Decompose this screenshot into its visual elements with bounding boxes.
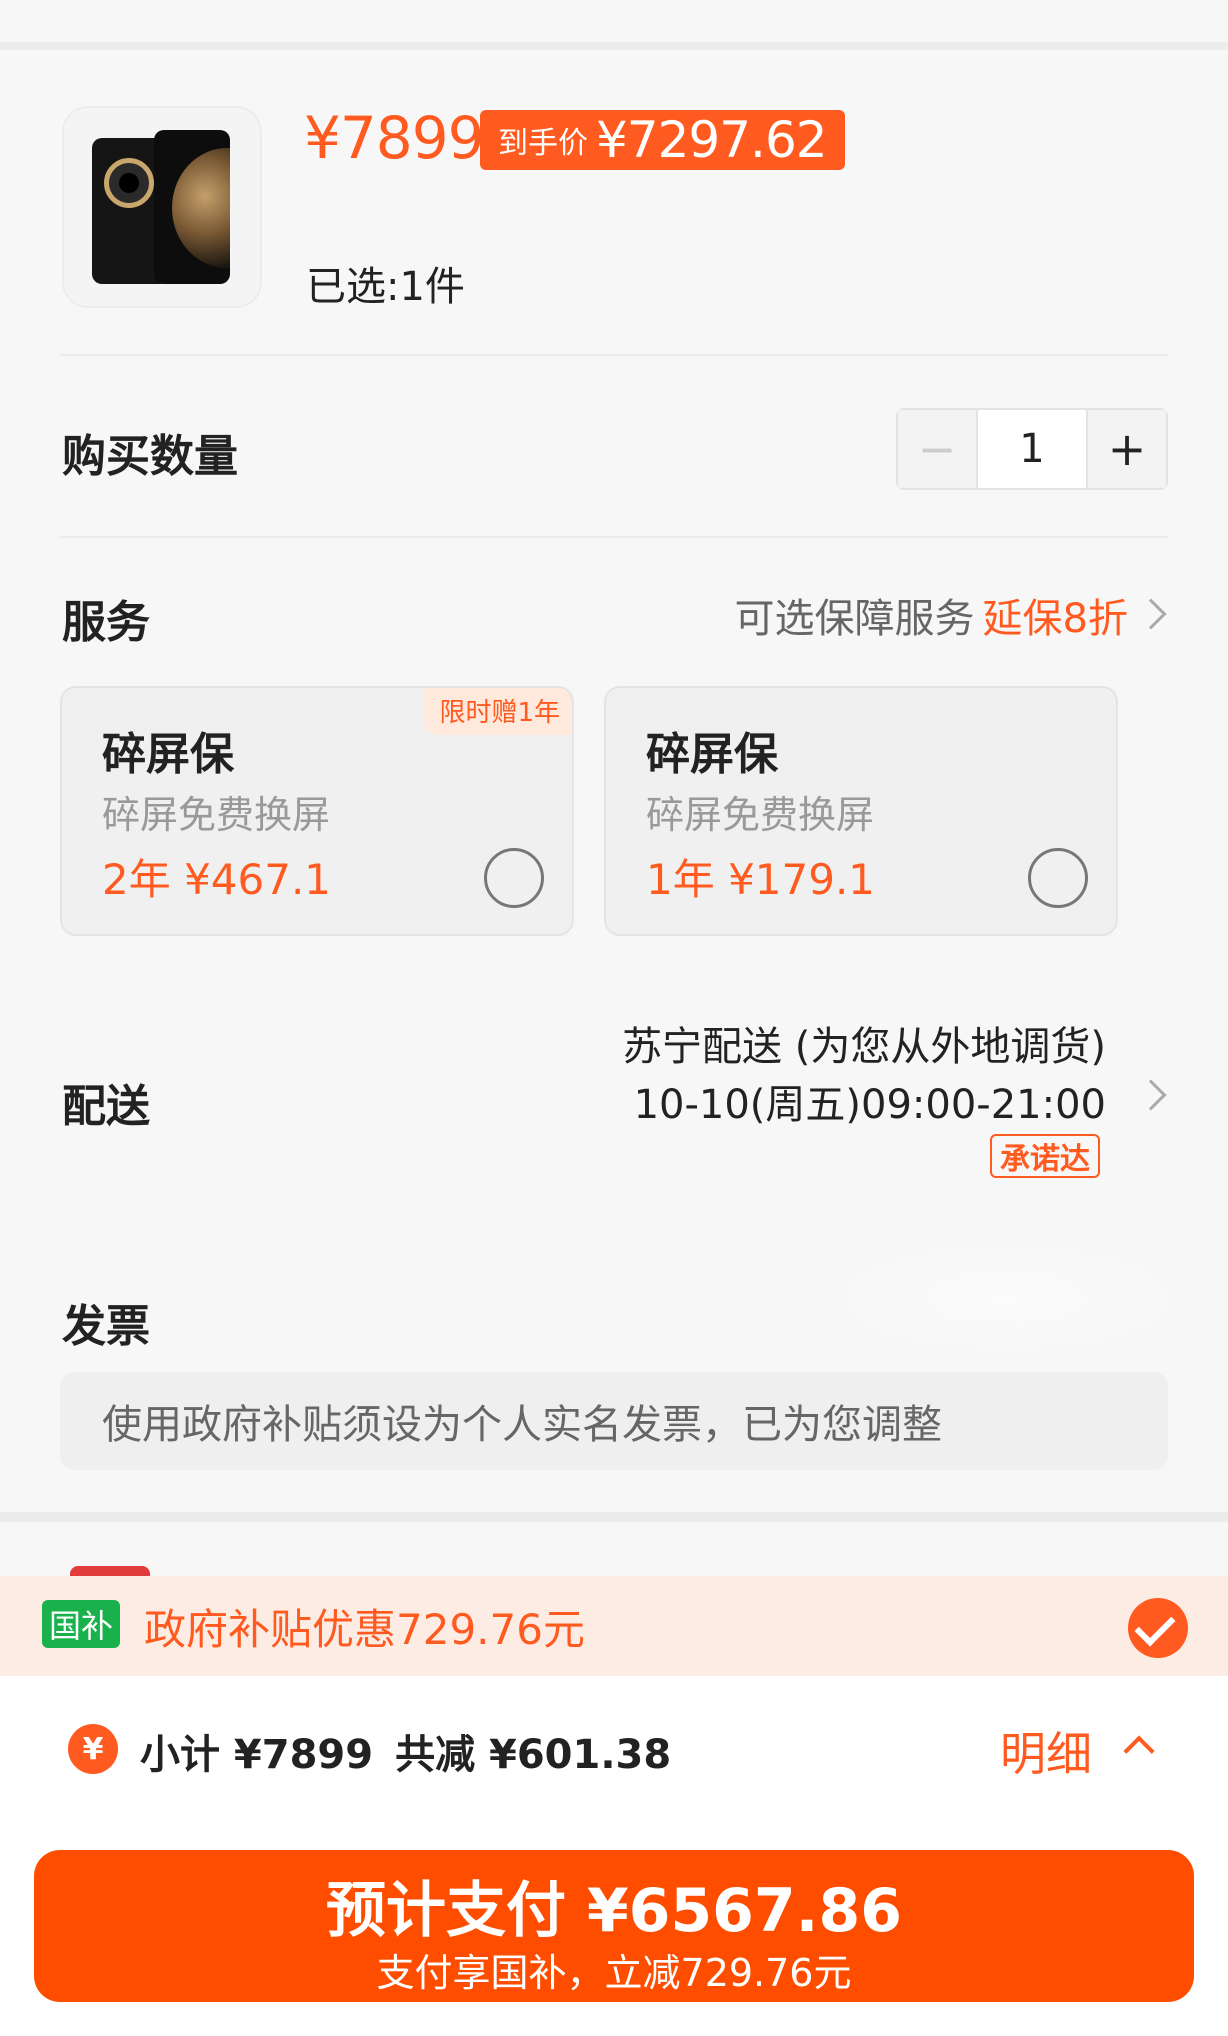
invoice-title: 发票 [62, 1301, 150, 1352]
total-reduction: 共减 ¥601.38 [395, 1732, 672, 1778]
promo-badge: 限时赠1年 [423, 688, 572, 735]
service-discount-text: 延保8折 [982, 596, 1128, 642]
service-option-title: 碎屏保 [646, 729, 778, 780]
invoice-note-text: 使用政府补贴须设为个人实名发票，已为您调整 [102, 1402, 942, 1448]
delivery-title: 配送 [62, 1081, 150, 1132]
service-optional-text: 可选保障服务 [734, 596, 975, 642]
promise-badge: 承诺达 [990, 1134, 1100, 1178]
product-price: ¥7899 [304, 104, 485, 172]
service-option-price: 1年 ¥179.1 [646, 855, 876, 904]
service-option-desc: 碎屏免费换屏 [646, 793, 875, 837]
net-price-badge: 到手价 ¥7297.62 [480, 110, 845, 170]
pay-button-sublabel: 支付享国补，立减729.76元 [376, 1951, 852, 1995]
top-divider [0, 42, 1228, 50]
service-title: 服务 [62, 597, 150, 648]
pay-button-label: 预计支付 ¥6567.86 [326, 1876, 902, 1946]
blurred-area [846, 1248, 1166, 1348]
service-options-link[interactable]: 可选保障服务 延保8折 [735, 586, 1128, 644]
invoice-note: 使用政府补贴须设为个人实名发票，已为您调整 [60, 1372, 1168, 1470]
service-option-card[interactable]: 限时赠1年 碎屏保 碎屏免费换屏 2年 ¥467.1 [60, 686, 574, 936]
service-option-card[interactable]: 碎屏保 碎屏免费换屏 1年 ¥179.1 [604, 686, 1118, 936]
net-price-value: ¥7297.62 [596, 111, 828, 169]
increase-button[interactable]: + [1088, 410, 1166, 488]
service-option-radio[interactable] [484, 848, 544, 908]
delivery-method[interactable]: 苏宁配送 (为您从外地调货) [622, 1014, 1106, 1072]
product-thumbnail[interactable] [62, 106, 262, 308]
service-option-title: 碎屏保 [102, 729, 234, 780]
divider [60, 354, 1168, 356]
decrease-button[interactable]: − [898, 410, 976, 488]
coin-icon: ¥ [68, 1724, 118, 1774]
checkmark-icon[interactable] [1128, 1598, 1188, 1658]
subsidy-text: 政府补贴优惠729.76元 [144, 1605, 585, 1654]
service-option-desc: 碎屏免费换屏 [102, 793, 331, 837]
quantity-title: 购买数量 [62, 431, 238, 482]
divider [60, 536, 1168, 538]
service-option-price: 2年 ¥467.1 [102, 855, 332, 904]
service-option-radio[interactable] [1028, 848, 1088, 908]
quantity-input[interactable]: 1 [976, 410, 1088, 488]
pay-button[interactable]: 预计支付 ¥6567.86 支付享国补，立减729.76元 [34, 1850, 1194, 2002]
chevron-right-icon[interactable] [1135, 598, 1167, 630]
section-divider [0, 1512, 1228, 1522]
chevron-right-icon[interactable] [1135, 1079, 1167, 1111]
subtotal: 小计 ¥7899 [140, 1732, 374, 1778]
detail-button[interactable]: 明细 [1000, 1718, 1092, 1784]
phone-product-image-icon [92, 130, 232, 284]
subsidy-banner[interactable]: 国补 政府补贴优惠729.76元 [0, 1576, 1228, 1676]
quantity-stepper: − 1 + [896, 408, 1168, 490]
net-price-label: 到手价 [498, 126, 588, 161]
price-summary: 小计 ¥7899 共减 ¥601.38 [140, 1722, 671, 1780]
selected-count: 已选:1件 [306, 264, 465, 310]
delivery-time[interactable]: 10-10(周五)09:00-21:00 [634, 1072, 1106, 1130]
gov-subsidy-badge: 国补 [42, 1600, 120, 1648]
